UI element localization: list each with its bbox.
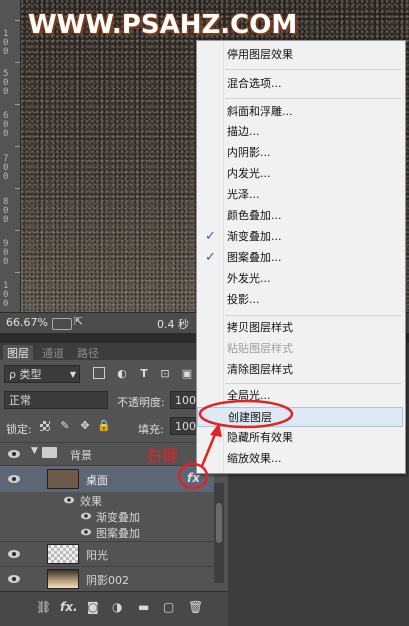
highlight-ellipse [198, 399, 294, 429]
annotation-overlay [177, 399, 294, 490]
arrow-shaft [200, 431, 218, 467]
fx-highlight-circle [177, 462, 209, 490]
